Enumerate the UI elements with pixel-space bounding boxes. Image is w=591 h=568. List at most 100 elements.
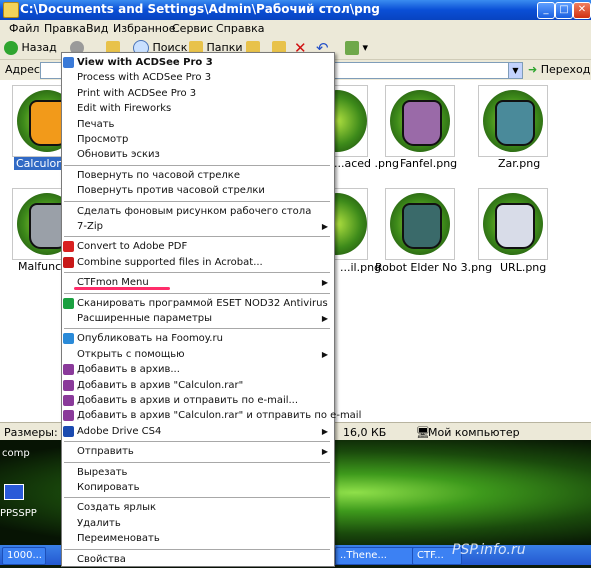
back-arrow-icon	[4, 41, 18, 55]
file-name[interactable]: Zar.png	[498, 157, 540, 170]
menu-item-label: Просмотр	[77, 134, 129, 145]
window-title: C:\Documents and Settings\Admin\Рабочий …	[20, 2, 380, 16]
context-menu-item[interactable]: Combine supported files in Acrobat...	[62, 255, 332, 271]
context-menu-item[interactable]: Копировать	[62, 480, 332, 496]
file-name[interactable]: ...aced .png	[334, 157, 399, 170]
menu-separator	[64, 236, 330, 238]
acrobat-icon	[63, 256, 74, 268]
address-dropdown[interactable]: ▼	[508, 62, 523, 79]
context-menu-item[interactable]: Опубликовать на Foomoy.ru	[62, 331, 332, 347]
menu-edit[interactable]: Правка	[44, 22, 86, 35]
status-location: Мой компьютер	[428, 426, 520, 439]
context-menu-item[interactable]: Отправить ▶	[62, 444, 332, 460]
go-label: Переход	[540, 63, 591, 76]
menu-item-label: Удалить	[77, 517, 121, 529]
context-menu-item[interactable]: 7-Zip ▶	[62, 219, 332, 235]
file-thumbnail[interactable]	[332, 188, 368, 260]
submenu-arrow-icon: ▶	[321, 447, 328, 457]
menu-view[interactable]: Вид	[86, 22, 108, 35]
address-label: Адрес	[5, 63, 40, 76]
context-menu-item[interactable]: View with ACDSee Pro 3	[62, 55, 332, 71]
menu-help[interactable]: Справка	[216, 22, 264, 35]
file-name[interactable]: Robot Elder No 3.png	[375, 261, 492, 274]
menu-file[interactable]: Файл	[9, 22, 39, 35]
context-menu-item[interactable]: Добавить в архив "Calculon.rar"	[62, 378, 332, 394]
context-menu-item[interactable]: Удалить	[62, 516, 332, 532]
close-button[interactable]: ✕	[573, 2, 591, 19]
menu-bar: Файл Правка Вид Избранное Сервис Справка	[0, 20, 591, 38]
context-menu-item[interactable]: Добавить в архив "Calculon.rar" и отправ…	[62, 408, 361, 424]
menu-item-label: Convert to Adobe PDF	[77, 241, 188, 253]
menu-item-label: 7-Zip	[77, 221, 103, 232]
file-thumbnail[interactable]	[478, 188, 548, 260]
context-menu-item[interactable]: Печать	[62, 117, 332, 133]
context-menu-item[interactable]: Print with ACDSee Pro 3	[62, 86, 332, 102]
winrar-icon	[63, 395, 74, 406]
menu-separator	[64, 272, 330, 274]
submenu-arrow-icon: ▶	[321, 278, 328, 288]
menu-item-label: Combine supported files in Acrobat...	[77, 256, 263, 268]
context-menu-item[interactable]: Добавить в архив...	[62, 362, 332, 378]
menu-item-label: Adobe Drive CS4	[77, 425, 162, 437]
menu-item-label: Сканировать программой ESET NOD32 Antivi…	[77, 297, 328, 309]
context-menu-item[interactable]: Сделать фоновым рисунком рабочего стола	[62, 204, 332, 220]
menu-item-label: Вырезать	[77, 466, 128, 478]
context-menu-item[interactable]: Process with ACDSee Pro 3	[62, 70, 332, 86]
file-thumbnail[interactable]	[385, 85, 455, 157]
menu-item-label: View with ACDSee Pro 3	[77, 57, 213, 68]
menu-item-label: Свойства	[77, 553, 126, 565]
context-menu-item[interactable]: Сканировать программой ESET NOD32 Antivi…	[62, 296, 332, 312]
desktop-icon-label[interactable]: comp	[2, 448, 30, 459]
annotation-underline	[74, 287, 170, 290]
taskbar-item[interactable]: 1000...	[2, 547, 46, 565]
context-menu-item[interactable]: Вырезать	[62, 465, 332, 481]
back-button[interactable]: Назад	[4, 39, 57, 57]
watermark: PSP.info.ru	[452, 542, 526, 558]
desktop-shortcut-icon[interactable]	[4, 484, 24, 500]
winrar-icon	[63, 410, 74, 422]
file-name[interactable]: Fanfel.png	[400, 157, 457, 170]
file-name[interactable]: URL.png	[500, 261, 546, 274]
menu-item-label: Опубликовать на Foomoy.ru	[77, 333, 223, 345]
robot-face	[402, 100, 442, 146]
submenu-arrow-icon: ▶	[321, 222, 328, 231]
go-button[interactable]: ➜ Переход	[528, 63, 590, 76]
context-menu-item[interactable]: Свойства	[62, 552, 332, 568]
winrar-icon	[63, 379, 74, 391]
acdsee-icon	[63, 57, 74, 68]
menu-separator	[64, 328, 330, 330]
context-menu-item[interactable]: Расширенные параметры ▶	[62, 311, 332, 327]
context-menu-item[interactable]: Edit with Fireworks	[62, 101, 332, 117]
context-menu-item[interactable]: Просмотр	[62, 132, 332, 148]
context-menu-item[interactable]: Добавить в архив и отправить по e-mail..…	[62, 393, 332, 409]
thumbnail-image	[333, 193, 367, 255]
minimize-button[interactable]: _	[537, 2, 555, 19]
menu-tools[interactable]: Сервис	[172, 22, 213, 35]
file-thumbnail[interactable]	[332, 85, 368, 157]
file-thumbnail[interactable]	[478, 85, 548, 157]
title-bar[interactable]: C:\Documents and Settings\Admin\Рабочий …	[0, 0, 591, 20]
context-menu-item[interactable]: Обновить эскиз	[62, 147, 332, 163]
menu-separator	[64, 164, 330, 166]
thumbnail-image	[333, 90, 367, 152]
context-menu-item[interactable]: Переименовать	[62, 531, 332, 547]
context-menu-item[interactable]: Convert to Adobe PDF	[62, 239, 332, 255]
status-filesize: 16,0 КБ	[343, 426, 387, 439]
eset-icon	[63, 297, 74, 309]
desktop-icon-label[interactable]: PPSSPP	[0, 508, 37, 519]
menu-favorites[interactable]: Избранное	[113, 22, 175, 35]
views-button[interactable]: ▾	[345, 39, 368, 57]
maximize-button[interactable]: □	[555, 2, 573, 19]
menu-separator	[64, 292, 330, 294]
context-menu-item[interactable]: Повернуть по часовой стрелке	[62, 168, 332, 184]
menu-item-label: Создать ярлык	[77, 502, 157, 514]
menu-item-label: Открыть с помощью	[77, 348, 185, 360]
context-menu-item[interactable]: Adobe Drive CS4 ▶	[62, 424, 332, 440]
context-menu-item[interactable]: Открыть с помощью ▶	[62, 347, 332, 363]
context-menu-item[interactable]: Создать ярлык	[62, 500, 332, 516]
context-menu-item[interactable]: Повернуть против часовой стрелки	[62, 183, 332, 199]
menu-item-label: Обновить эскиз	[77, 149, 160, 161]
file-thumbnail[interactable]	[385, 188, 455, 260]
taskbar-item[interactable]: ..Thene...	[335, 547, 415, 565]
menu-item-label: Edit with Fireworks	[77, 103, 172, 115]
